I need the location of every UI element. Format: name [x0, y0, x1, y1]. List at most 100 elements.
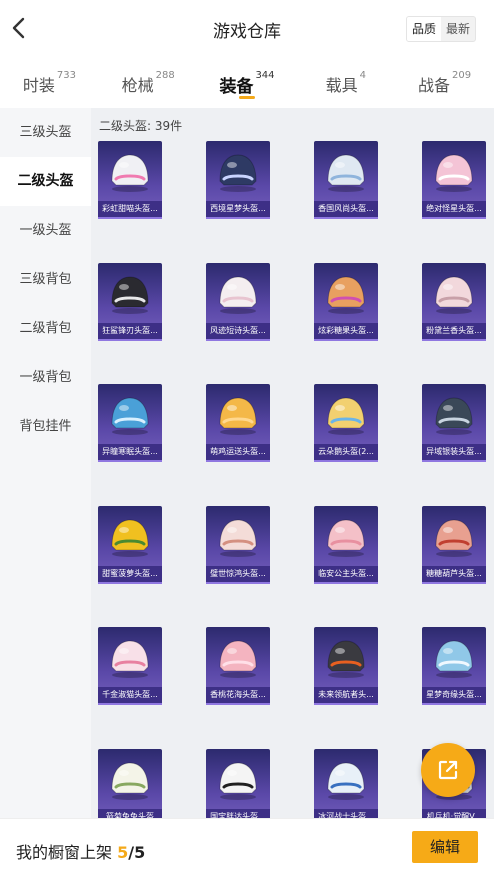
quality-bar — [314, 339, 378, 341]
helmet-card[interactable]: 异瞳寒眠头盔... — [98, 384, 162, 462]
tab-count: 344 — [255, 70, 275, 81]
header: 游戏仓库 品质 最新 — [0, 0, 494, 58]
quality-bar — [422, 703, 486, 705]
helmet-card[interactable]: 甜蜜菠萝头盔... — [98, 506, 162, 584]
helmet-icon — [327, 762, 365, 800]
helmet-card[interactable]: 香桃花海头盔... — [206, 627, 270, 705]
tab-supplies[interactable]: 战备209 — [395, 58, 494, 108]
helmet-card[interactable]: 粉黛兰香头盔... — [422, 263, 486, 341]
helmet-image — [98, 506, 162, 570]
helmet-name: 香桃花海头盔... — [206, 687, 270, 703]
helmet-card[interactable]: 绝对怪星头盔... — [422, 141, 486, 219]
helmet-image — [98, 749, 162, 813]
helmet-name: 国宝胖达头盔... — [206, 809, 270, 818]
sidebar-item-level1-backpack[interactable]: 一级背包 — [0, 353, 91, 402]
helmet-name: 箭菊兔兔头盔 — [98, 809, 162, 818]
quality-bar — [314, 703, 378, 705]
sidebar-item-level1-helmet[interactable]: 一级头盔 — [0, 206, 91, 255]
helmet-card[interactable]: 炫彩糖果头盔... — [314, 263, 378, 341]
quality-bar — [422, 217, 486, 219]
sidebar-item-backpack-pendant[interactable]: 背包挂件 — [0, 402, 91, 451]
tab-vehicles[interactable]: 载具4 — [296, 58, 395, 108]
helmet-icon — [327, 276, 365, 314]
helmet-card[interactable]: 西境星梦头盔... — [206, 141, 270, 219]
helmet-card[interactable]: 千金淑猫头盔... — [98, 627, 162, 705]
sidebar-item-level2-helmet[interactable]: 二级头盔 — [0, 157, 91, 206]
helmet-name: 绝对怪星头盔... — [422, 201, 486, 217]
helmet-card[interactable]: 临安公主头盔... — [314, 506, 378, 584]
helmet-image — [98, 141, 162, 205]
helmet-card[interactable]: 云朵鹅头盔(2... — [314, 384, 378, 462]
quality-bar — [422, 339, 486, 341]
helmet-image — [314, 141, 378, 205]
quality-bar — [206, 582, 270, 584]
edit-button[interactable]: 编辑 — [412, 831, 478, 863]
helmet-icon — [111, 154, 149, 192]
helmet-icon — [435, 276, 473, 314]
tab-count: 4 — [359, 70, 366, 81]
helmet-icon — [327, 640, 365, 678]
helmet-card[interactable]: 星梦奇缘头盔... — [422, 627, 486, 705]
helmet-name: 云朵鹅头盔(2... — [314, 444, 378, 460]
helmet-icon — [111, 762, 149, 800]
helmet-icon — [327, 154, 365, 192]
tab-count: 288 — [155, 70, 175, 81]
quality-bar — [206, 217, 270, 219]
helmet-image — [422, 384, 486, 448]
sort-toggle: 品质 最新 — [406, 16, 477, 42]
helmet-card[interactable]: 糖糖葫芦头盔... — [422, 506, 486, 584]
helmet-card[interactable]: 国宝胖达头盔... — [206, 749, 270, 818]
quality-bar — [314, 460, 378, 462]
helmet-card[interactable]: 彩虹甜喵头盔... — [98, 141, 162, 219]
helmet-name: 星梦奇缘头盔... — [422, 687, 486, 703]
helmet-icon — [111, 640, 149, 678]
quality-bar — [314, 582, 378, 584]
helmet-card[interactable]: 狂鲨锋刃头盔... — [98, 263, 162, 341]
helmet-name: 糖糖葫芦头盔... — [422, 566, 486, 582]
helmet-card[interactable]: 箭菊兔兔头盔 — [98, 749, 162, 818]
helmet-name: 萌鸡运送头盔... — [206, 444, 270, 460]
helmet-image — [206, 506, 270, 570]
quality-bar — [206, 703, 270, 705]
helmet-icon — [435, 640, 473, 678]
external-link-icon — [438, 760, 458, 780]
helmet-name: 风迹短诗头盔... — [206, 323, 270, 339]
helmet-icon — [327, 397, 365, 435]
helmet-icon — [435, 154, 473, 192]
showcase-label: 我的橱窗上架 — [16, 843, 113, 862]
tab-count: 733 — [56, 70, 76, 81]
helmet-card[interactable]: 未来领航者头... — [314, 627, 378, 705]
helmet-card[interactable]: 香国风尚头盔... — [314, 141, 378, 219]
sort-newest-button[interactable]: 最新 — [441, 17, 475, 41]
quality-bar — [98, 460, 162, 462]
tab-label: 时装 — [22, 76, 55, 95]
sort-quality-button[interactable]: 品质 — [407, 17, 442, 41]
helmet-name: 临安公主头盔... — [314, 566, 378, 582]
helmet-card[interactable]: 冰河战士头盔... — [314, 749, 378, 818]
helmet-card[interactable]: 异域银装头盔... — [422, 384, 486, 462]
helmet-image — [206, 749, 270, 813]
sidebar-item-level3-backpack[interactable]: 三级背包 — [0, 255, 91, 304]
helmet-image — [206, 141, 270, 205]
helmet-card[interactable]: 风迹短诗头盔... — [206, 263, 270, 341]
tab-fashion[interactable]: 时装733 — [0, 58, 99, 108]
tab-equipment[interactable]: 装备344 — [198, 58, 297, 108]
sidebar-item-level2-backpack[interactable]: 二级背包 — [0, 304, 91, 353]
tab-label: 枪械 — [121, 76, 154, 95]
tab-label: 战备 — [418, 76, 451, 95]
helmet-icon — [435, 519, 473, 557]
helmet-image — [422, 627, 486, 691]
helmet-image — [206, 627, 270, 691]
helmet-image — [314, 263, 378, 327]
share-button[interactable] — [421, 743, 475, 797]
helmet-name: 彩虹甜喵头盔... — [98, 201, 162, 217]
quality-bar — [422, 582, 486, 584]
helmet-image — [422, 506, 486, 570]
helmet-card[interactable]: 璧世惊鸿头盔... — [206, 506, 270, 584]
sidebar-item-level3-helmet[interactable]: 三级头盔 — [0, 108, 91, 157]
item-panel[interactable]: 二级头盔: 39件 彩虹甜喵头盔... 西境星梦头盔... 香国风尚头盔... 绝对怪… — [91, 108, 494, 818]
helmet-icon — [219, 762, 257, 800]
helmet-card[interactable]: 萌鸡运送头盔... — [206, 384, 270, 462]
tab-firearms[interactable]: 枪械288 — [99, 58, 198, 108]
quality-bar — [98, 217, 162, 219]
